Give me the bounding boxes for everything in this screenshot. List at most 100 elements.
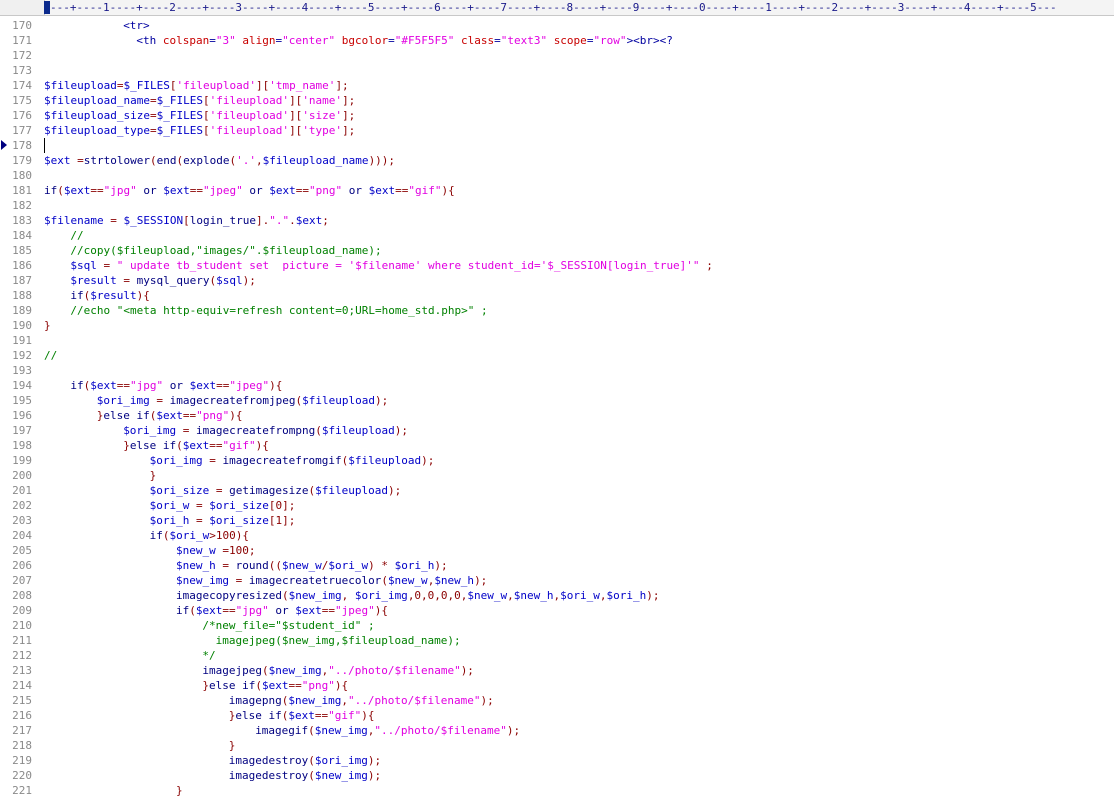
code-line[interactable]: $ori_w = $ori_size[0]; bbox=[150, 498, 296, 513]
line-number: 212 bbox=[12, 649, 32, 662]
code-line[interactable]: $ori_img = imagecreatefromjpeg($fileuplo… bbox=[97, 393, 388, 408]
code-token: $ori_img bbox=[314, 754, 368, 767]
code-line[interactable]: $ori_img = imagecreatefrompng($fileuploa… bbox=[123, 423, 408, 438]
code-token: == bbox=[189, 184, 203, 197]
code-token: $fileupload_size bbox=[44, 109, 150, 122]
code-token: = bbox=[388, 34, 395, 47]
code-token: ][ bbox=[255, 79, 270, 92]
line-number: 174 bbox=[12, 79, 32, 92]
line-number: 185 bbox=[12, 244, 32, 257]
line-number: 221 bbox=[12, 784, 32, 797]
code-line[interactable]: imagedestroy($ori_img); bbox=[229, 753, 381, 768]
code-line[interactable]: }else if($ext=="png"){ bbox=[97, 408, 243, 423]
code-line[interactable]: }else if($ext=="gif"){ bbox=[123, 438, 269, 453]
code-token: = bbox=[494, 34, 501, 47]
code-line[interactable]: }else if($ext=="png"){ bbox=[202, 678, 348, 693]
code-token: or bbox=[268, 604, 296, 617]
code-line[interactable]: // bbox=[44, 348, 57, 363]
code-line[interactable]: $ext =strtolower(end(explode('.',$fileup… bbox=[44, 153, 395, 168]
code-line[interactable]: imagejpeg($new_img,"../photo/$filename")… bbox=[202, 663, 474, 678]
code-line[interactable]: imagejpeg($new_img,$fileupload_name); bbox=[202, 633, 461, 648]
code-line[interactable]: if($ext=="jpg" or $ext=="jpeg"){ bbox=[176, 603, 388, 618]
line-number: 184 bbox=[12, 229, 32, 242]
line-number: 214 bbox=[12, 679, 32, 692]
code-line[interactable]: $fileupload=$_FILES['fileupload']['tmp_n… bbox=[44, 78, 349, 93]
code-token: <tr> bbox=[123, 19, 150, 32]
code-token: $ext bbox=[295, 214, 323, 227]
code-line[interactable]: $new_h = round(($new_w/$ori_w) * $ori_h)… bbox=[176, 558, 448, 573]
line-number: 183 bbox=[12, 214, 32, 227]
code-line[interactable]: if($ext=="jpg" or $ext=="jpeg"){ bbox=[70, 378, 282, 393]
code-line[interactable]: imagedestroy($new_img); bbox=[229, 768, 381, 783]
code-token: ){ bbox=[269, 379, 283, 392]
code-line[interactable]: $new_img = imagecreatetruecolor($new_w,$… bbox=[176, 573, 487, 588]
code-token: imagecreatefromjpeg bbox=[163, 394, 296, 407]
code-line[interactable]: $sql = " update tb_student set picture =… bbox=[70, 258, 712, 273]
code-token: if bbox=[70, 289, 84, 302]
code-line[interactable]: $result = mysql_query($sql); bbox=[70, 273, 255, 288]
line-number: 213 bbox=[12, 664, 32, 677]
line-number: 201 bbox=[12, 484, 32, 497]
line-number: 182 bbox=[12, 199, 32, 212]
code-token: align bbox=[242, 34, 276, 47]
code-token: $sql bbox=[70, 259, 97, 272]
code-token: // bbox=[44, 349, 58, 362]
code-line[interactable]: }else if($ext=="gif"){ bbox=[229, 708, 375, 723]
code-token: = bbox=[209, 34, 216, 47]
code-line[interactable]: imagepng($new_img,"../photo/$filename"); bbox=[229, 693, 494, 708]
code-token: $new_h bbox=[176, 559, 216, 572]
code-token: $ext bbox=[163, 184, 190, 197]
code-line[interactable]: $fileupload_size=$_FILES['fileupload']['… bbox=[44, 108, 355, 123]
line-number: 180 bbox=[12, 169, 32, 182]
code-line[interactable]: $ori_img = imagecreatefromgif($fileuploa… bbox=[150, 453, 435, 468]
code-token: $ori_img bbox=[123, 424, 177, 437]
line-number: 191 bbox=[12, 334, 32, 347]
code-token: , bbox=[507, 589, 514, 602]
code-token: ( bbox=[308, 754, 315, 767]
line-number: 181 bbox=[12, 184, 32, 197]
code-token: $fileupload bbox=[321, 424, 395, 437]
code-token: */ bbox=[202, 649, 216, 662]
code-line[interactable]: imagegif($new_img,"../photo/$filename"); bbox=[255, 723, 520, 738]
line-number: 207 bbox=[12, 574, 32, 587]
code-token: "jpeg" bbox=[229, 379, 270, 392]
code-area[interactable]: <tr> <th colspan="3" align="center" bgcol… bbox=[44, 16, 1114, 798]
code-line[interactable]: if($ori_w>100){ bbox=[150, 528, 249, 543]
code-token: $ext bbox=[182, 439, 210, 452]
code-line[interactable]: } bbox=[229, 738, 236, 753]
code-token: $new_img bbox=[288, 589, 342, 602]
code-line[interactable]: } bbox=[44, 318, 51, 333]
code-line[interactable]: //copy($fileupload,"images/".$fileupload… bbox=[70, 243, 381, 258]
code-line[interactable]: //echo "<meta http-equiv=refresh content… bbox=[70, 303, 487, 318]
code-token: "png" bbox=[196, 409, 230, 422]
code-token: colspan bbox=[162, 34, 210, 47]
line-number: 220 bbox=[12, 769, 32, 782]
code-line[interactable]: // bbox=[70, 228, 83, 243]
line-number: 204 bbox=[12, 529, 32, 542]
code-line[interactable]: $filename = $_SESSION[login_true].".".$e… bbox=[44, 213, 329, 228]
code-line[interactable]: $fileupload_type=$_FILES['fileupload']['… bbox=[44, 123, 355, 138]
code-line[interactable]: <tr> bbox=[123, 18, 150, 33]
code-line[interactable]: */ bbox=[202, 648, 215, 663]
code-line[interactable]: if($result){ bbox=[70, 288, 149, 303]
code-line[interactable]: } bbox=[176, 783, 183, 798]
code-line[interactable]: $new_w =100; bbox=[176, 543, 256, 558]
code-line[interactable]: <th colspan="3" align="center" bgcolor="… bbox=[136, 33, 673, 48]
code-line[interactable]: $ori_size = getimagesize($fileupload); bbox=[150, 483, 402, 498]
current-line-marker-icon bbox=[1, 140, 7, 150]
code-token: $filename bbox=[44, 214, 104, 227]
code-line[interactable]: imagecopyresized($new_img, $ori_img,0,0,… bbox=[176, 588, 660, 603]
code-token: ( bbox=[57, 184, 64, 197]
line-number: 192 bbox=[12, 349, 32, 362]
code-line[interactable]: if($ext=="jpg" or $ext=="jpeg" or $ext==… bbox=[44, 183, 455, 198]
code-token: = bbox=[110, 214, 117, 227]
code-line[interactable]: $ori_h = $ori_size[1]; bbox=[150, 513, 296, 528]
code-line[interactable]: $fileupload_name=$_FILES['fileupload']['… bbox=[44, 93, 355, 108]
code-token: imagecopyresized bbox=[176, 589, 282, 602]
code-editor[interactable]: ---+----1----+----2----+----3----+----4-… bbox=[0, 0, 1114, 798]
code-line[interactable]: } bbox=[150, 468, 157, 483]
code-token: == bbox=[90, 184, 104, 197]
code-line[interactable]: /*new_file="$student_id" ; bbox=[202, 618, 374, 633]
